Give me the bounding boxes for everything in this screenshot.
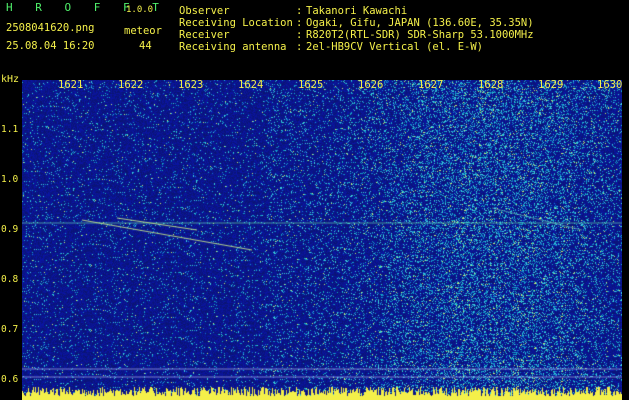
spectrogram-canvas [22,80,622,400]
antenna-value: 2el-HB9CV Vertical (el. E-W) [306,41,484,53]
antenna-label: Receiving antenna [179,41,287,53]
hrofft-window: H R O F F T 1.0.0 2508041620.png meteor … [0,0,629,400]
y-tick-label: 0.8 [1,274,19,285]
y-tick-label: 0.9 [1,224,19,235]
x-tick-label: 1623 [178,79,204,91]
x-tick-label: 1629 [538,79,564,91]
x-tick-label: 1628 [478,79,504,91]
antenna-colon: : [296,41,303,53]
location-colon: : [296,17,303,29]
observer-value: Takanori Kawachi [306,5,408,17]
meteor-count: 44 [139,40,152,52]
location-value: Ogaki, Gifu, JAPAN (136.60E, 35.35N) [306,17,534,29]
x-tick-label: 1630 [597,79,623,91]
header-panel: H R O F F T 1.0.0 2508041620.png meteor … [0,0,629,78]
file-name: 2508041620.png [6,22,95,34]
x-tick-label: 1625 [298,79,324,91]
observer-colon: : [296,5,303,17]
x-tick-label: 1627 [418,79,444,91]
x-tick-label: 1624 [238,79,264,91]
observer-label: Observer [179,5,230,17]
receiver-colon: : [296,29,303,41]
y-tick-label: 1.0 [1,174,19,185]
receiver-label: Receiver [179,29,230,41]
frequency-axis: 1.1 1.0 0.9 0.8 0.7 0.6 [0,78,22,400]
y-tick-label: 0.6 [1,374,19,385]
capture-datetime: 25.08.04 16:20 [6,40,95,52]
x-tick-label: 1621 [58,79,84,91]
location-label: Receiving Location [179,17,293,29]
x-tick-label: 1626 [358,79,384,91]
receiver-value: R820T2(RTL-SDR) SDR-Sharp 53.1000MHz [306,29,534,41]
meteor-label: meteor [124,25,162,37]
y-tick-label: 0.7 [1,324,19,335]
app-version: 1.0.0 [126,5,154,15]
x-tick-label: 1622 [118,79,144,91]
y-tick-label: 1.1 [1,124,19,135]
